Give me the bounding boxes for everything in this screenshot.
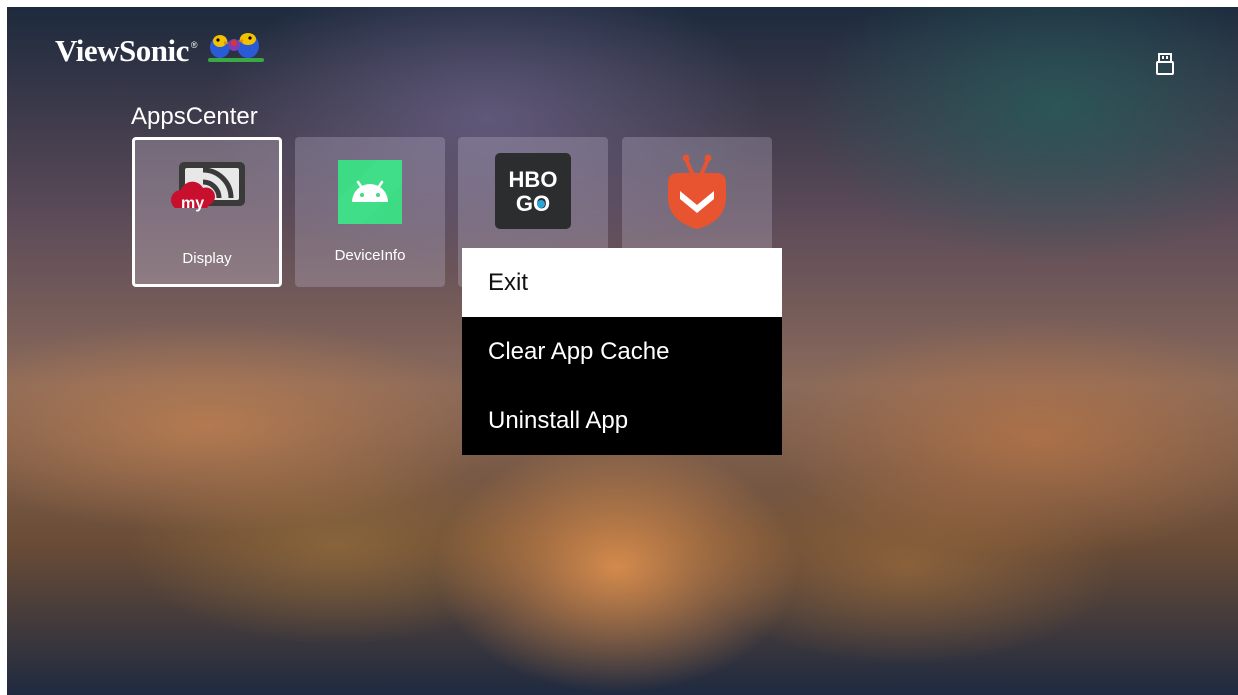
app-tile-display[interactable]: my Display xyxy=(132,137,282,287)
my-badge-text: my xyxy=(181,195,204,212)
section-title: AppsCenter xyxy=(131,103,258,130)
screen: ViewSonic ® AppsCenter my Display Device… xyxy=(7,7,1238,695)
app-label-deviceinfo: DeviceInfo xyxy=(334,247,406,264)
hbo-text: HBO xyxy=(509,167,558,192)
aptoide-tv-icon xyxy=(668,154,726,229)
app-tile-deviceinfo[interactable]: DeviceInfo xyxy=(295,137,445,287)
registered-mark: ® xyxy=(190,40,198,50)
menu-item-exit[interactable]: Exit xyxy=(462,248,782,317)
display-cast-icon: my xyxy=(171,162,245,212)
app-label-display: Display xyxy=(182,250,232,267)
birds-logo-icon xyxy=(207,33,264,62)
menu-item-clear-app-cache[interactable]: Clear App Cache xyxy=(462,317,782,386)
menu-item-uninstall-app[interactable]: Uninstall App xyxy=(462,386,782,455)
go-text: GO xyxy=(516,191,550,216)
usb-storage-icon xyxy=(1156,53,1174,75)
hbo-go-icon: HBO GO xyxy=(495,153,571,229)
viewsonic-logo: ViewSonic ® xyxy=(55,33,268,69)
brand-name: ViewSonic xyxy=(55,33,189,68)
android-icon xyxy=(338,160,402,224)
context-menu: Exit Clear App Cache Uninstall App xyxy=(462,248,782,455)
